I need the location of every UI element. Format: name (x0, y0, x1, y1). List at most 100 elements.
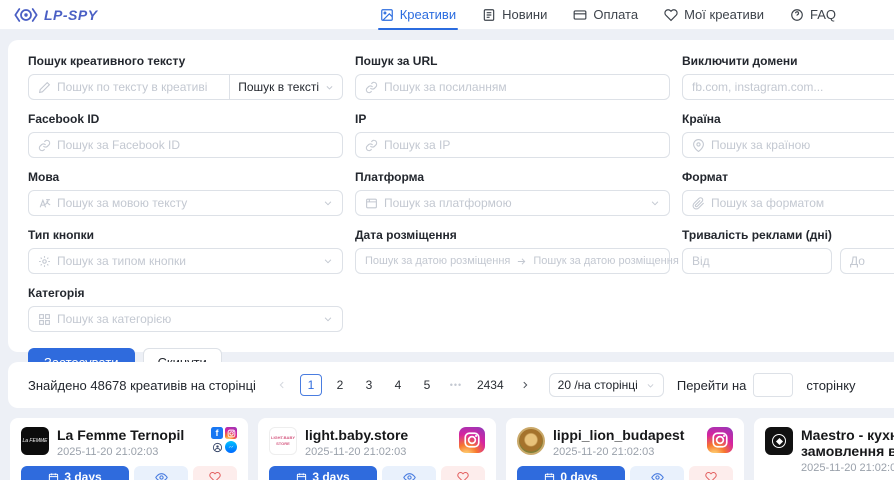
gear-icon (38, 255, 51, 268)
mode-value: Пошук в тексті (238, 80, 319, 94)
card-timestamp: 2025-11-20 21:02:03 (553, 446, 699, 458)
platform-select[interactable]: Пошук за платформою (355, 190, 670, 216)
picture-icon (380, 8, 394, 22)
category-select[interactable]: Пошук за категорією (28, 306, 343, 332)
nav-label: FAQ (810, 7, 836, 22)
page-size-value: 20 /на сторінці (558, 378, 638, 392)
nav-item-faq[interactable]: FAQ (790, 0, 836, 30)
days-running-button[interactable]: 3 days (21, 466, 129, 480)
field-exclude-domains: Виключити домени (682, 54, 894, 100)
url-input[interactable] (384, 80, 660, 94)
date-range-picker[interactable]: Пошук за датою розміщення Пошук за датою… (355, 248, 670, 274)
nav-label: Креативи (400, 7, 456, 22)
heart-icon (457, 471, 469, 480)
field-format: Формат (682, 170, 894, 216)
preview-button[interactable] (630, 466, 684, 480)
field-label: Дата розміщення (355, 228, 670, 242)
nav-item-news[interactable]: Новини (482, 0, 547, 30)
preview-button[interactable] (382, 466, 436, 480)
heart-icon (664, 8, 678, 22)
favorite-button[interactable] (689, 466, 733, 480)
card-title-line-2[interactable]: замовлення в Ужго (801, 443, 894, 459)
creative-text-mode-select[interactable]: Пошук в тексті (229, 74, 343, 100)
maestro-logo-icon (772, 434, 786, 448)
card-title[interactable]: La Femme Ternopil (57, 427, 203, 443)
duration-to-input[interactable] (850, 254, 894, 268)
creative-text-input[interactable] (57, 80, 220, 94)
avatar: LIGHT.BABY STORE (269, 427, 297, 455)
page-size-select[interactable]: 20 /на сторінці (549, 373, 664, 397)
facebook-id-input[interactable] (57, 138, 333, 152)
card-title[interactable]: lippi_lion_budapest (553, 427, 699, 443)
ip-input[interactable] (384, 138, 660, 152)
pagination-next-button[interactable] (514, 374, 536, 396)
pagination-page-4[interactable]: 4 (387, 374, 409, 396)
language-select[interactable]: Пошук за мовою тексту (28, 190, 343, 216)
chevron-down-icon (323, 256, 333, 266)
goto-page-input[interactable] (753, 373, 793, 397)
field-label: Пошук креативного тексту (28, 54, 343, 68)
map-pin-icon (692, 139, 705, 152)
pencil-icon (38, 81, 51, 94)
country-input[interactable] (711, 138, 894, 152)
translate-icon (38, 197, 51, 210)
chevron-down-icon (650, 198, 660, 208)
heart-icon (209, 471, 221, 480)
grid-icon (38, 313, 51, 326)
exclude-domains-input[interactable] (692, 80, 894, 94)
chevron-right-icon (520, 380, 530, 390)
field-label: Тип кнопки (28, 228, 343, 242)
creative-card[interactable]: lippi_lion_budapest 2025-11-20 21:02:03 … (506, 418, 744, 480)
favorite-button[interactable] (441, 466, 485, 480)
format-input[interactable] (711, 196, 894, 210)
duration-from-input[interactable] (692, 254, 822, 268)
creative-card[interactable]: Maestro - кухні, ме замовлення в Ужго 20… (754, 418, 894, 480)
favorite-button[interactable] (193, 466, 237, 480)
pagination-page-5[interactable]: 5 (416, 374, 438, 396)
creative-card[interactable]: LIGHT.BABY STORE light.baby.store 2025-1… (258, 418, 496, 480)
card-timestamp: 2025-11-20 21:02:03 (57, 446, 203, 458)
chevron-left-icon (277, 380, 287, 390)
button-type-placeholder: Пошук за типом кнопки (57, 254, 317, 268)
field-placement-date: Дата розміщення Пошук за датою розміщенн… (355, 228, 670, 274)
field-duration: Тривалість реклами (дні) (682, 228, 894, 274)
preview-button[interactable] (134, 466, 188, 480)
eye-icon (651, 471, 664, 480)
instagram-icon (707, 427, 733, 453)
card-title[interactable]: light.baby.store (305, 427, 451, 443)
nav-label: Новини (502, 7, 547, 22)
field-language: Мова Пошук за мовою тексту (28, 170, 343, 216)
platform-placeholder: Пошук за платформою (384, 196, 644, 210)
pagination-page-1[interactable]: 1 (300, 374, 322, 396)
filters-panel: Пошук креативного тексту Пошук в тексті … (8, 40, 894, 352)
messenger-icon (225, 441, 237, 453)
field-ip: IP (355, 112, 670, 158)
main-nav: Креативи Новини Оплата Мої креативи FAQ (380, 0, 836, 30)
credit-card-icon (573, 8, 587, 22)
button-type-select[interactable]: Пошук за типом кнопки (28, 248, 343, 274)
platform-icons: f (211, 427, 237, 453)
calendar-icon (296, 472, 307, 480)
days-running-button[interactable]: 0 days (517, 466, 625, 480)
field-label: Формат (682, 170, 894, 184)
question-circle-icon (790, 8, 804, 22)
nav-item-my-creatives[interactable]: Мої креативи (664, 0, 764, 30)
field-platform: Платформа Пошук за платформою (355, 170, 670, 216)
pagination-page-2[interactable]: 2 (329, 374, 351, 396)
days-running-button[interactable]: 3 days (269, 466, 377, 480)
field-label: Пошук за URL (355, 54, 670, 68)
pagination-last-page[interactable]: 2434 (474, 374, 507, 396)
creative-card[interactable]: La FEMME La Femme Ternopil 2025-11-20 21… (10, 418, 248, 480)
card-title-line-1[interactable]: Maestro - кухні, ме (801, 427, 894, 443)
nav-item-payment[interactable]: Оплата (573, 0, 638, 30)
nav-item-creatives[interactable]: Креативи (380, 0, 456, 30)
nav-label: Оплата (593, 7, 638, 22)
avatar (517, 427, 545, 455)
calendar-icon (48, 472, 59, 480)
logo[interactable]: LP-SPY (14, 7, 98, 23)
chevron-down-icon (325, 83, 334, 92)
pagination-ellipsis[interactable]: ••• (445, 374, 467, 396)
pagination-prev-button[interactable] (271, 374, 293, 396)
pagination-page-3[interactable]: 3 (358, 374, 380, 396)
chevron-down-icon (646, 381, 655, 390)
